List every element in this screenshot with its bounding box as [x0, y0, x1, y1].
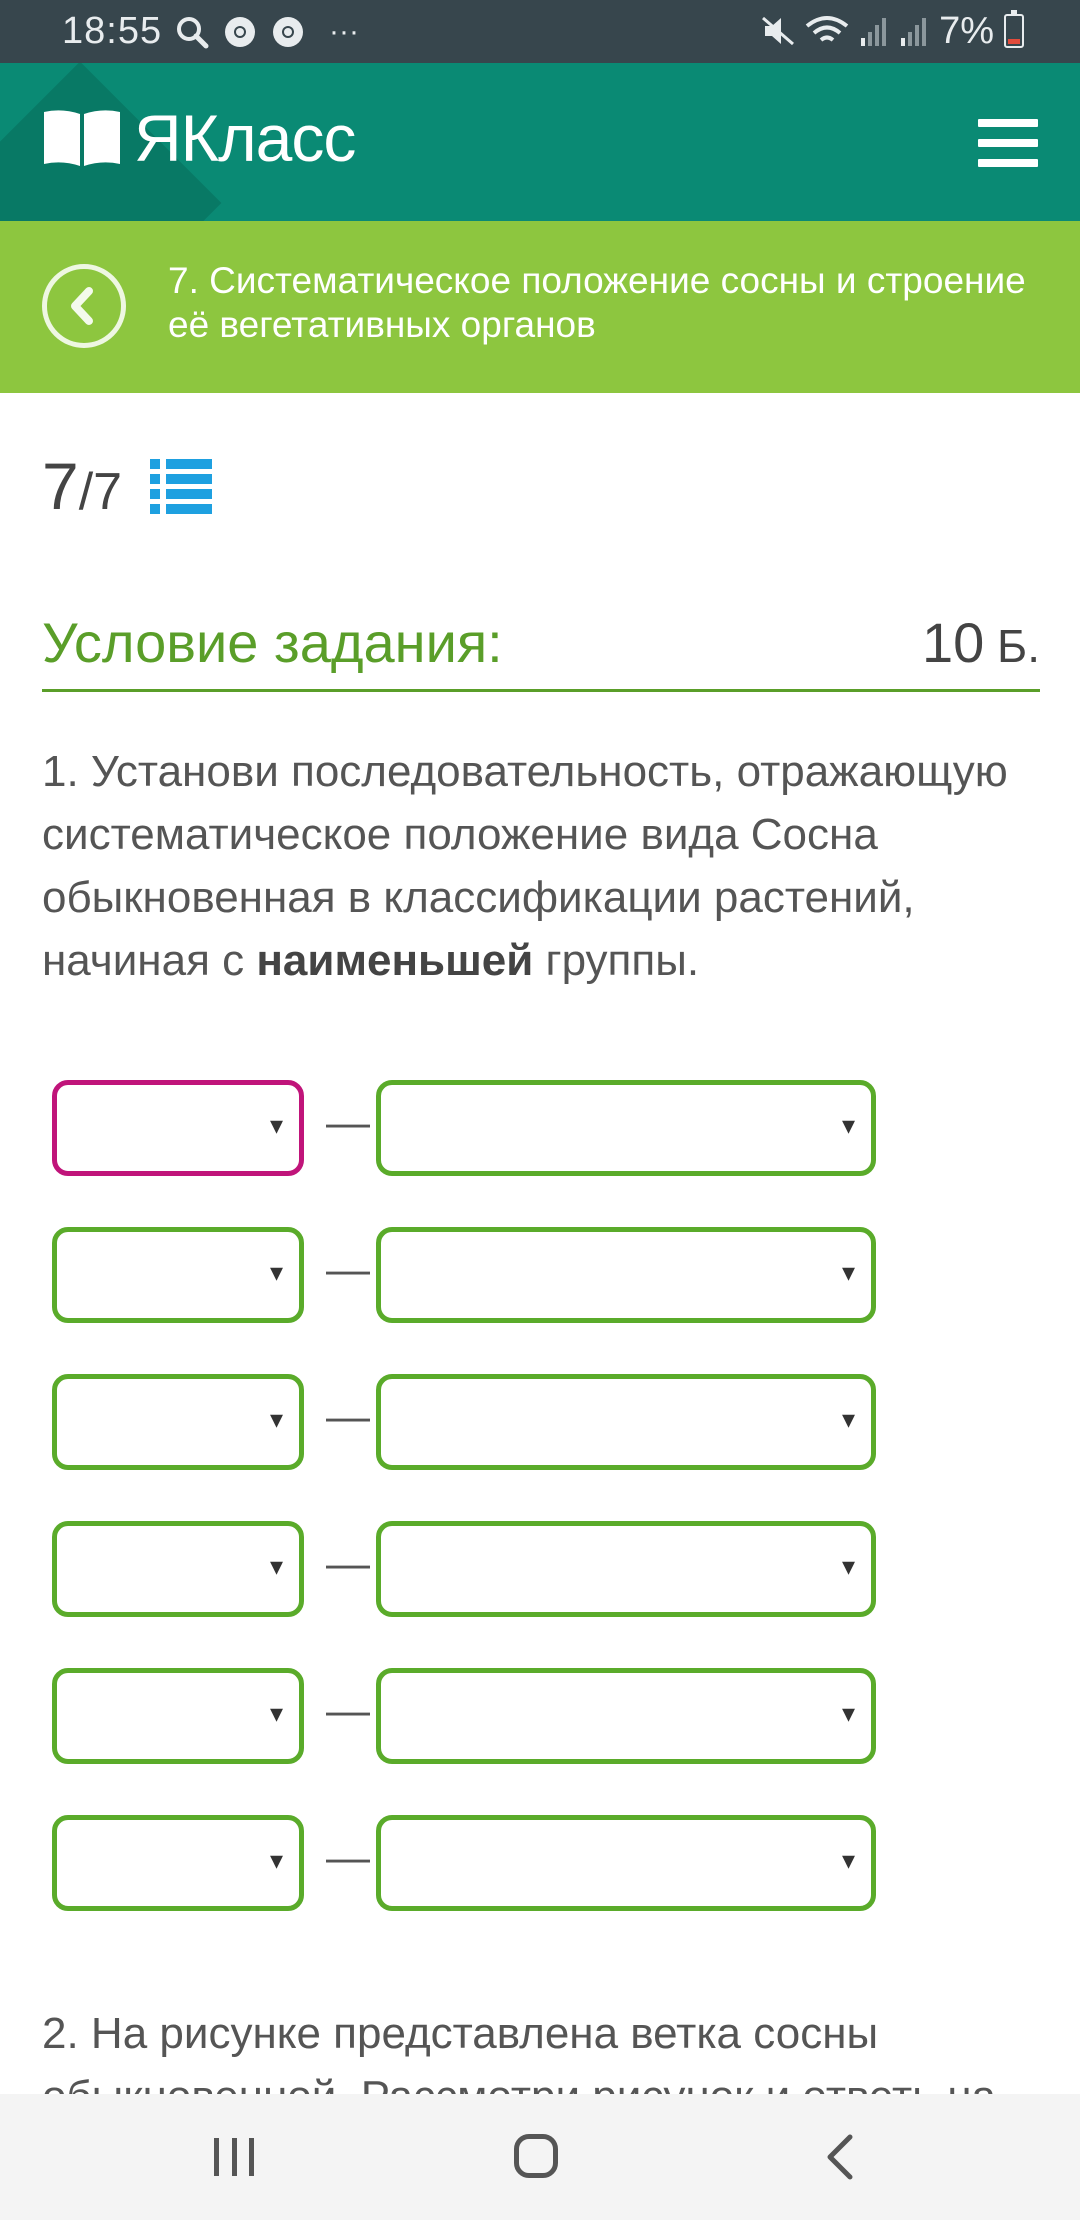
book-logo-icon — [44, 110, 120, 166]
battery-percent: 7% — [939, 9, 994, 52]
taxon-select[interactable] — [376, 1227, 876, 1323]
row-separator: — — [326, 1245, 370, 1294]
topic-title: 7. Систематическое положение сосны и стр… — [168, 260, 1026, 345]
rank-select[interactable] — [52, 1815, 304, 1911]
chrome-icon — [225, 17, 255, 47]
rank-select[interactable] — [52, 1080, 304, 1176]
rank-select[interactable] — [52, 1521, 304, 1617]
task-1-suffix: группы. — [533, 936, 700, 985]
status-left-icons: ··· — [175, 14, 359, 50]
logo-text: ЯКласс — [134, 101, 356, 175]
signal-icon — [861, 18, 887, 46]
sequence-row: ▾ — ▾ — [52, 1374, 892, 1470]
progress-total: /7 — [78, 463, 123, 521]
task-progress: 7 /7 — [42, 448, 122, 524]
topic-banner: 7. Систематическое положение сосны и стр… — [0, 221, 1080, 393]
taxon-select[interactable] — [376, 1521, 876, 1617]
signal-icon — [901, 18, 927, 46]
logo[interactable]: ЯКласс — [42, 101, 356, 175]
row-separator: — — [326, 1833, 370, 1882]
back-icon[interactable] — [820, 2132, 860, 2182]
hamburger-menu-icon[interactable] — [978, 119, 1038, 167]
points-value: 10 — [921, 611, 985, 674]
rank-select[interactable] — [52, 1668, 304, 1764]
mute-icon — [762, 16, 795, 46]
rank-select[interactable] — [52, 1374, 304, 1470]
wifi-icon — [805, 16, 849, 42]
status-right-icons: 7% — [761, 10, 1024, 52]
taxon-select[interactable] — [376, 1080, 876, 1176]
row-separator: — — [326, 1098, 370, 1147]
chevron-down-icon: ▾ — [842, 1257, 856, 1287]
chevron-left-icon — [71, 287, 93, 325]
sequence-row: ▾ — ▾ — [52, 1521, 892, 1617]
row-separator: — — [326, 1392, 370, 1441]
chevron-down-icon: ▾ — [842, 1551, 856, 1581]
row-separator: — — [326, 1539, 370, 1588]
sequence-row: ▾ — ▾ — [52, 1227, 892, 1323]
chevron-down-icon: ▾ — [842, 1698, 856, 1728]
task-1-text: 1. Установи последовательность, отражающ… — [42, 740, 1042, 992]
chevron-down-icon: ▾ — [842, 1404, 856, 1434]
chrome-icon — [273, 17, 303, 47]
search-icon — [177, 17, 209, 49]
points-unit: Б. — [984, 620, 1040, 672]
chevron-down-icon: ▾ — [842, 1845, 856, 1875]
taxon-select[interactable] — [376, 1374, 876, 1470]
status-bar: 18:55 ··· 7% — [0, 0, 1080, 63]
back-button[interactable] — [42, 264, 126, 348]
task-points: 10 Б. — [922, 610, 1040, 675]
progress-current: 7 — [42, 449, 79, 523]
list-icon[interactable] — [150, 459, 212, 515]
taxon-select[interactable] — [376, 1815, 876, 1911]
recent-apps-icon[interactable] — [214, 2138, 254, 2176]
rank-select[interactable] — [52, 1227, 304, 1323]
task-condition-header: Условие задания: 10 Б. — [42, 600, 1040, 692]
row-separator: — — [326, 1686, 370, 1735]
status-time: 18:55 — [62, 10, 163, 52]
task-1-bold: наименьшей — [256, 936, 534, 985]
sequence-row: ▾ — ▾ — [52, 1815, 892, 1911]
taxon-select[interactable] — [376, 1668, 876, 1764]
home-icon[interactable] — [514, 2134, 558, 2178]
battery-icon — [1004, 10, 1024, 48]
system-nav-bar — [0, 2094, 1080, 2220]
sequence-row: ▾ — ▾ — [52, 1668, 892, 1764]
app-header: ЯКласс — [0, 63, 1080, 221]
section-title: Условие задания: — [42, 611, 503, 674]
sequence-row: ▾ — ▾ — [52, 1080, 892, 1176]
more-notifications-icon: ··· — [329, 15, 359, 48]
chevron-down-icon: ▾ — [842, 1110, 856, 1140]
